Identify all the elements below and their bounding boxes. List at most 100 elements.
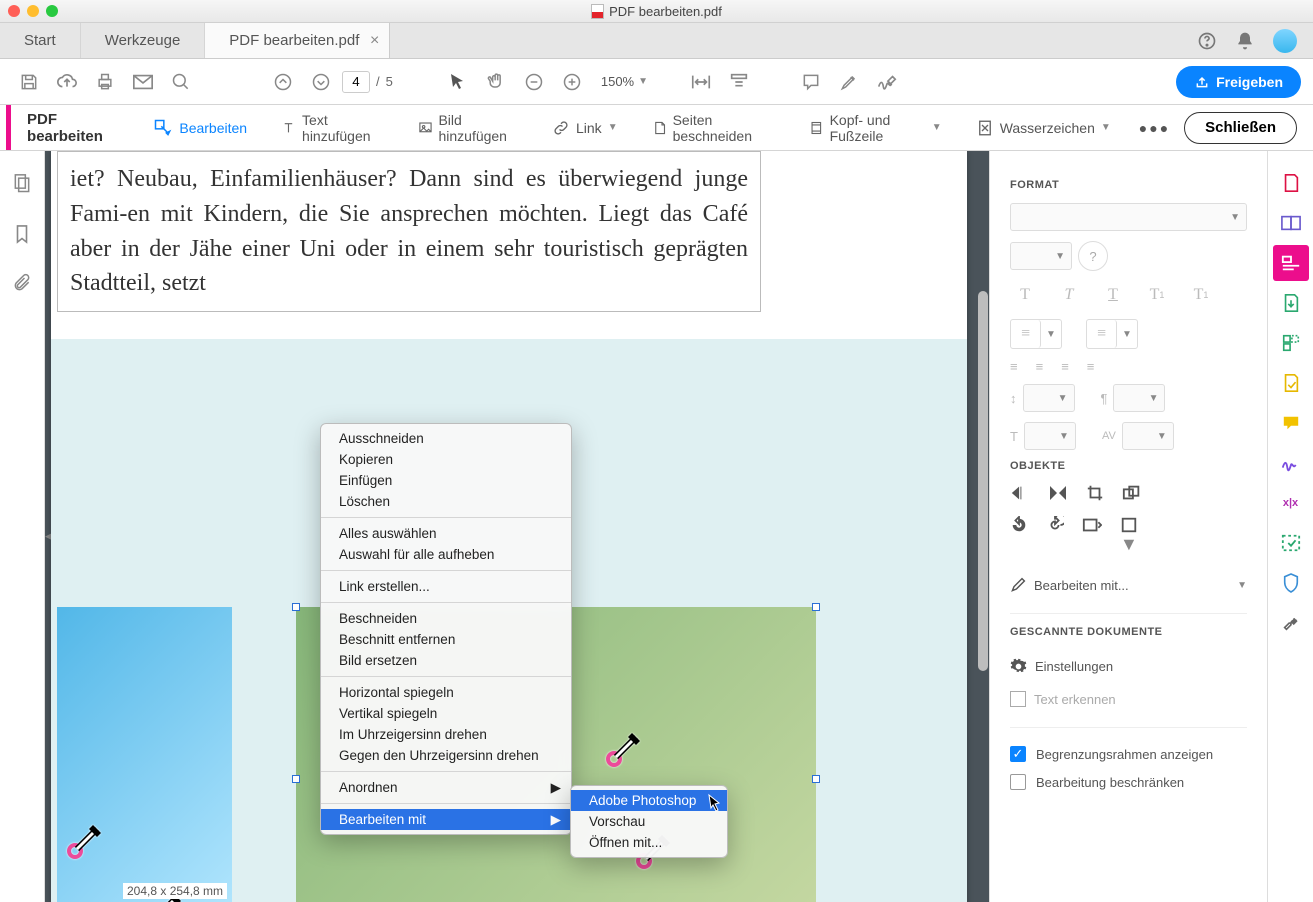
text-block[interactable]: iet? Neubau, Einfamilienhäuser? Dann sin… (57, 151, 761, 312)
align-right-button[interactable]: ≡ (1061, 359, 1069, 374)
align-center-button[interactable]: ≡ (1036, 359, 1044, 374)
mail-icon[interactable] (126, 65, 160, 99)
zoom-out-icon[interactable] (517, 65, 551, 99)
page-current-input[interactable] (342, 71, 370, 93)
print-icon[interactable] (88, 65, 122, 99)
add-text-tool[interactable]: Text hinzufügen (267, 105, 397, 150)
number-list-dropdown[interactable]: ▼ (1117, 320, 1137, 348)
rotate-ccw-button[interactable] (1010, 516, 1028, 555)
submenu-preview[interactable]: Vorschau (571, 811, 727, 832)
number-list-button[interactable]: ≡ (1087, 320, 1117, 348)
comment-icon[interactable] (794, 65, 828, 99)
header-footer-tool[interactable]: Kopf- und Fußzeile▼ (795, 105, 956, 150)
rail-create-pdf-icon[interactable] (1273, 165, 1309, 201)
bell-icon[interactable] (1235, 31, 1255, 51)
ctx-cut[interactable]: Ausschneiden (321, 428, 571, 449)
sign-icon[interactable] (870, 65, 904, 99)
subscript-button[interactable]: T1 (1186, 281, 1216, 309)
bullet-list-button[interactable]: ≡ (1011, 320, 1041, 348)
superscript-button[interactable]: T1 (1142, 281, 1172, 309)
selection-handle[interactable] (812, 775, 820, 783)
attachment-icon[interactable] (12, 273, 32, 293)
rail-organize-icon[interactable] (1273, 325, 1309, 361)
rail-export-icon[interactable] (1273, 285, 1309, 321)
restrict-editing-checkbox[interactable]: Bearbeitung beschränken (1010, 768, 1247, 796)
fit-page-icon[interactable] (722, 65, 756, 99)
rail-combine-icon[interactable] (1273, 205, 1309, 241)
submenu-photoshop[interactable]: Adobe Photoshop (571, 790, 727, 811)
rail-edit-pdf-icon[interactable] (1273, 245, 1309, 281)
underline-button[interactable]: T (1098, 281, 1128, 309)
kerning-select[interactable]: ▼ (1122, 422, 1174, 450)
align-justify-button[interactable]: ≡ (1087, 359, 1095, 374)
align-objects-button[interactable]: ▼ (1120, 516, 1138, 555)
page-down-icon[interactable] (304, 65, 338, 99)
watermark-tool[interactable]: Wasserzeichen▼ (962, 105, 1125, 150)
paragraph-spacing-select[interactable]: ▼ (1113, 384, 1165, 412)
settings-link[interactable]: Einstellungen (1010, 650, 1247, 683)
cloud-upload-icon[interactable] (50, 65, 84, 99)
font-size-select[interactable]: ▼ (1010, 242, 1072, 270)
crop-button[interactable] (1086, 484, 1104, 502)
ctx-rotate-cw[interactable]: Im Uhrzeigersinn drehen (321, 724, 571, 745)
link-tool[interactable]: Link▼ (538, 105, 632, 150)
edit-tool[interactable]: Bearbeiten (139, 105, 261, 150)
rail-more-tools-icon[interactable] (1273, 605, 1309, 641)
flip-vertical-button[interactable] (1010, 484, 1030, 502)
rail-redact-icon[interactable]: x|x (1273, 485, 1309, 521)
ctx-crop[interactable]: Beschneiden (321, 608, 571, 629)
highlight-icon[interactable] (832, 65, 866, 99)
edit-with-link[interactable]: Bearbeiten mit...▼ (1010, 569, 1247, 601)
ctx-deselect-all[interactable]: Auswahl für alle aufheben (321, 544, 571, 565)
user-avatar[interactable] (1273, 29, 1297, 53)
ctx-replace-image[interactable]: Bild ersetzen (321, 650, 571, 671)
selection-handle[interactable] (812, 603, 820, 611)
replace-image-button[interactable] (1082, 516, 1102, 555)
document-canvas[interactable]: ◀ (45, 151, 989, 902)
ctx-paste[interactable]: Einfügen (321, 470, 571, 491)
tab-start[interactable]: Start (0, 23, 81, 58)
rail-protect-icon[interactable] (1273, 565, 1309, 601)
ctx-flip-h[interactable]: Horizontal spiegeln (321, 682, 571, 703)
maximize-window-button[interactable] (46, 5, 58, 17)
show-bounds-checkbox[interactable]: ✓Begrenzungsrahmen anzeigen (1010, 740, 1247, 768)
flip-horizontal-button[interactable] (1048, 484, 1068, 502)
pointer-tool-icon[interactable] (441, 65, 475, 99)
line-height-select[interactable]: ▼ (1023, 384, 1075, 412)
zoom-in-icon[interactable] (555, 65, 589, 99)
add-image-tool[interactable]: Bild hinzufügen (404, 105, 532, 150)
align-left-button[interactable]: ≡ (1010, 359, 1018, 374)
close-window-button[interactable] (8, 5, 20, 17)
bullet-list-dropdown[interactable]: ▼ (1041, 320, 1061, 348)
ctx-create-link[interactable]: Link erstellen... (321, 576, 571, 597)
font-family-select[interactable]: ▼ (1010, 203, 1247, 231)
tab-tools[interactable]: Werkzeuge (81, 23, 206, 58)
ctx-delete[interactable]: Löschen (321, 491, 571, 512)
rail-comment-icon[interactable] (1273, 405, 1309, 441)
rail-fill-sign-icon[interactable] (1273, 365, 1309, 401)
document-image-1[interactable] (57, 607, 232, 902)
fit-width-icon[interactable] (684, 65, 718, 99)
bookmark-icon[interactable] (13, 223, 31, 245)
tab-document[interactable]: PDF bearbeiten.pdf× (205, 23, 390, 58)
minimize-window-button[interactable] (27, 5, 39, 17)
rail-signature-icon[interactable] (1273, 445, 1309, 481)
ctx-select-all[interactable]: Alles auswählen (321, 523, 571, 544)
crop-pages-tool[interactable]: Seiten beschneiden (638, 105, 789, 150)
submenu-open-with[interactable]: Öffnen mit... (571, 832, 727, 853)
ctx-remove-crop[interactable]: Beschnitt entfernen (321, 629, 571, 650)
ctx-rotate-ccw[interactable]: Gegen den Uhrzeigersinn drehen (321, 745, 571, 766)
close-edit-button[interactable]: Schließen (1184, 112, 1297, 144)
ctx-copy[interactable]: Kopieren (321, 449, 571, 470)
save-icon[interactable] (12, 65, 46, 99)
italic-button[interactable]: T (1054, 281, 1084, 309)
share-button[interactable]: Freigeben (1176, 66, 1301, 98)
thumbnails-icon[interactable] (12, 173, 32, 195)
recognize-text-link[interactable]: Text erkennen (1010, 683, 1247, 715)
help-icon[interactable] (1197, 31, 1217, 51)
page-up-icon[interactable] (266, 65, 300, 99)
hand-tool-icon[interactable] (479, 65, 513, 99)
rail-optimize-icon[interactable] (1273, 525, 1309, 561)
search-icon[interactable] (164, 65, 198, 99)
bold-button[interactable]: T (1010, 281, 1040, 309)
